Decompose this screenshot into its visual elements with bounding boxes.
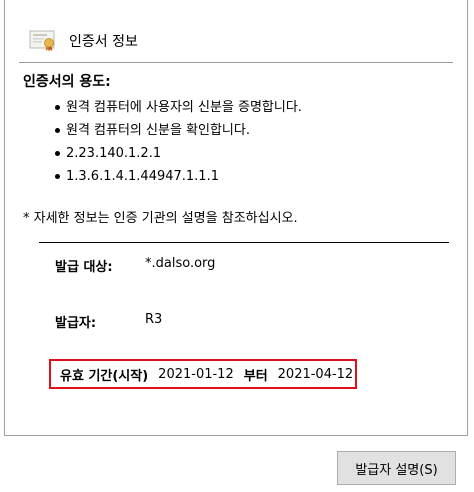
certificate-dialog: 인증서 정보 인증서의 용도: 원격 컴퓨터에 사용자의 신분을 증명합니다. … — [0, 0, 474, 492]
bullet-icon — [55, 174, 60, 179]
content-divider — [39, 242, 449, 243]
list-item: 2.23.140.1.2.1 — [55, 142, 302, 165]
header-divider — [19, 62, 453, 63]
issuer-statement-button[interactable]: 발급자 설명(S) — [337, 451, 456, 485]
validity-label: 유효 기간(시작) — [60, 368, 149, 384]
purpose-text: 2.23.140.1.2.1 — [66, 146, 162, 161]
list-item: 원격 컴퓨터에 사용자의 신분을 증명합니다. — [55, 96, 302, 119]
bullet-icon — [55, 128, 60, 133]
list-item: 1.3.6.1.4.1.44947.1.1.1 — [55, 165, 302, 188]
validity-to: 2021-04-12 — [277, 366, 354, 382]
issued-to-row: 발급 대상: *.dalso.org — [55, 256, 215, 275]
issuer-value[interactable]: R3 — [145, 312, 162, 331]
issuer-label: 발급자: — [55, 316, 97, 331]
purpose-text: 원격 컴퓨터의 신분을 확인합니다. — [66, 123, 250, 138]
issued-to-label: 발급 대상: — [55, 260, 113, 275]
purposes-list: 원격 컴퓨터에 사용자의 신분을 증명합니다. 원격 컴퓨터의 신분을 확인합니… — [55, 96, 302, 188]
authority-note: * 자세한 정보는 인증 기관의 설명을 참조하십시오. — [23, 211, 298, 226]
issued-to-value[interactable]: *.dalso.org — [145, 256, 215, 275]
list-item: 원격 컴퓨터의 신분을 확인합니다. — [55, 119, 302, 142]
certificate-header: 인증서 정보 — [29, 26, 138, 56]
purposes-title: 인증서의 용도: — [23, 74, 111, 90]
validity-to-label: 부터 — [243, 368, 268, 384]
validity-period-highlight: 유효 기간(시작) 2021-01-12 부터 2021-04-12 — [49, 359, 357, 389]
validity-from: 2021-01-12 — [158, 366, 234, 382]
purpose-text: 1.3.6.1.4.1.44947.1.1.1 — [66, 169, 219, 184]
certificate-icon — [29, 30, 57, 52]
bullet-icon — [55, 151, 60, 156]
issuer-row: 발급자: R3 — [55, 312, 162, 331]
bullet-icon — [55, 105, 60, 110]
purpose-text: 원격 컴퓨터에 사용자의 신분을 증명합니다. — [66, 100, 302, 115]
header-title: 인증서 정보 — [69, 34, 138, 50]
general-tab-panel: 인증서 정보 인증서의 용도: 원격 컴퓨터에 사용자의 신분을 증명합니다. … — [4, 0, 468, 436]
